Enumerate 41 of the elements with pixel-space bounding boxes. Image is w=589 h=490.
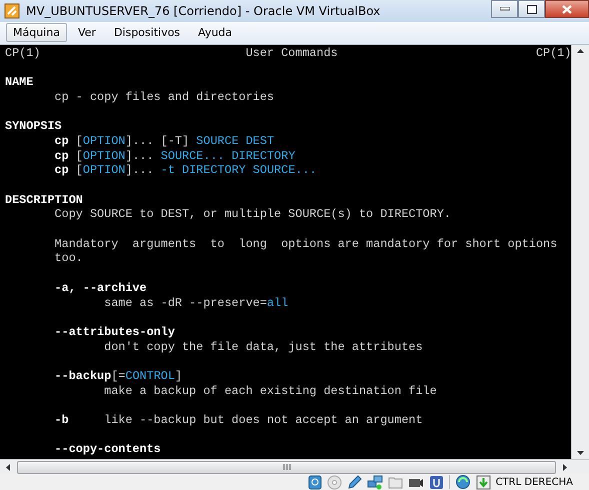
maximize-icon [526,4,536,14]
menu-item[interactable]: Máquina [6,23,67,42]
terminal-line: make a backup of each existing destination file [103,384,438,398]
terminal-line: --attributes-only [54,324,176,340]
terminal-line: -a, --archive [54,280,148,296]
window-title: MV_UBUNTUSERVER_76 [Corriendo] - Oracle VM VirtualBox [26,4,382,18]
menu-item[interactable]: Dispositivos [106,23,188,42]
scroll-right-icon[interactable] [560,462,569,472]
close-icon [562,4,572,14]
host-key-label: CTRL DERECHA [496,476,573,488]
terminal-line: SYNOPSIS [5,119,63,134]
refresh-icon[interactable] [454,474,471,490]
grip-icon [282,464,290,470]
terminal-line: --copy-contents [54,442,162,458]
scroll-left-icon[interactable] [4,462,13,472]
terminal-line: Copy SOURCE to DEST, or multiple SOURCE(s) to DIRECTORY. [54,207,452,222]
minimize-button[interactable] [491,0,518,18]
usb-icon[interactable] [428,474,444,490]
terminal-line: CP(1) User Commands CP(1) [5,46,572,60]
virtualbox-logo-icon [4,2,20,19]
terminal-line: cp - copy files and directories [54,90,276,105]
terminal-line: cp [OPTION]... -t DIRECTORY SOURCE... [54,163,318,178]
vertical-scrollbar[interactable] [571,44,589,460]
down-arrow-icon[interactable] [476,474,491,490]
minimize-icon [500,7,510,11]
terminal-line: same as -dR --preserve=all [103,296,290,310]
terminal-line: too. [54,251,84,266]
menu-item[interactable]: Ver [70,23,103,42]
terminal-line: cp [OPTION]... [-T] SOURCE DEST [54,134,276,149]
terminal-line: DESCRIPTION [5,192,84,208]
horizontal-scrollbar-thumb[interactable] [17,460,556,474]
terminal-line: Mandatory arguments to long options are mandatory for short options [54,236,558,252]
terminal-line: cp [OPTION]... SOURCE... DIRECTORY [54,148,296,164]
network-icon[interactable] [366,474,383,490]
terminal-line: --backup[=CONTROL] [54,368,184,384]
menu-item[interactable]: Ayuda [191,23,240,42]
terminal-line: -b like --backup but does not accept an argument [54,413,424,428]
maximize-button[interactable] [518,0,545,18]
close-button[interactable] [545,0,589,18]
terminal-line: NAME [5,75,34,90]
terminal-line: don't copy the file data, just the attributes [103,340,424,354]
